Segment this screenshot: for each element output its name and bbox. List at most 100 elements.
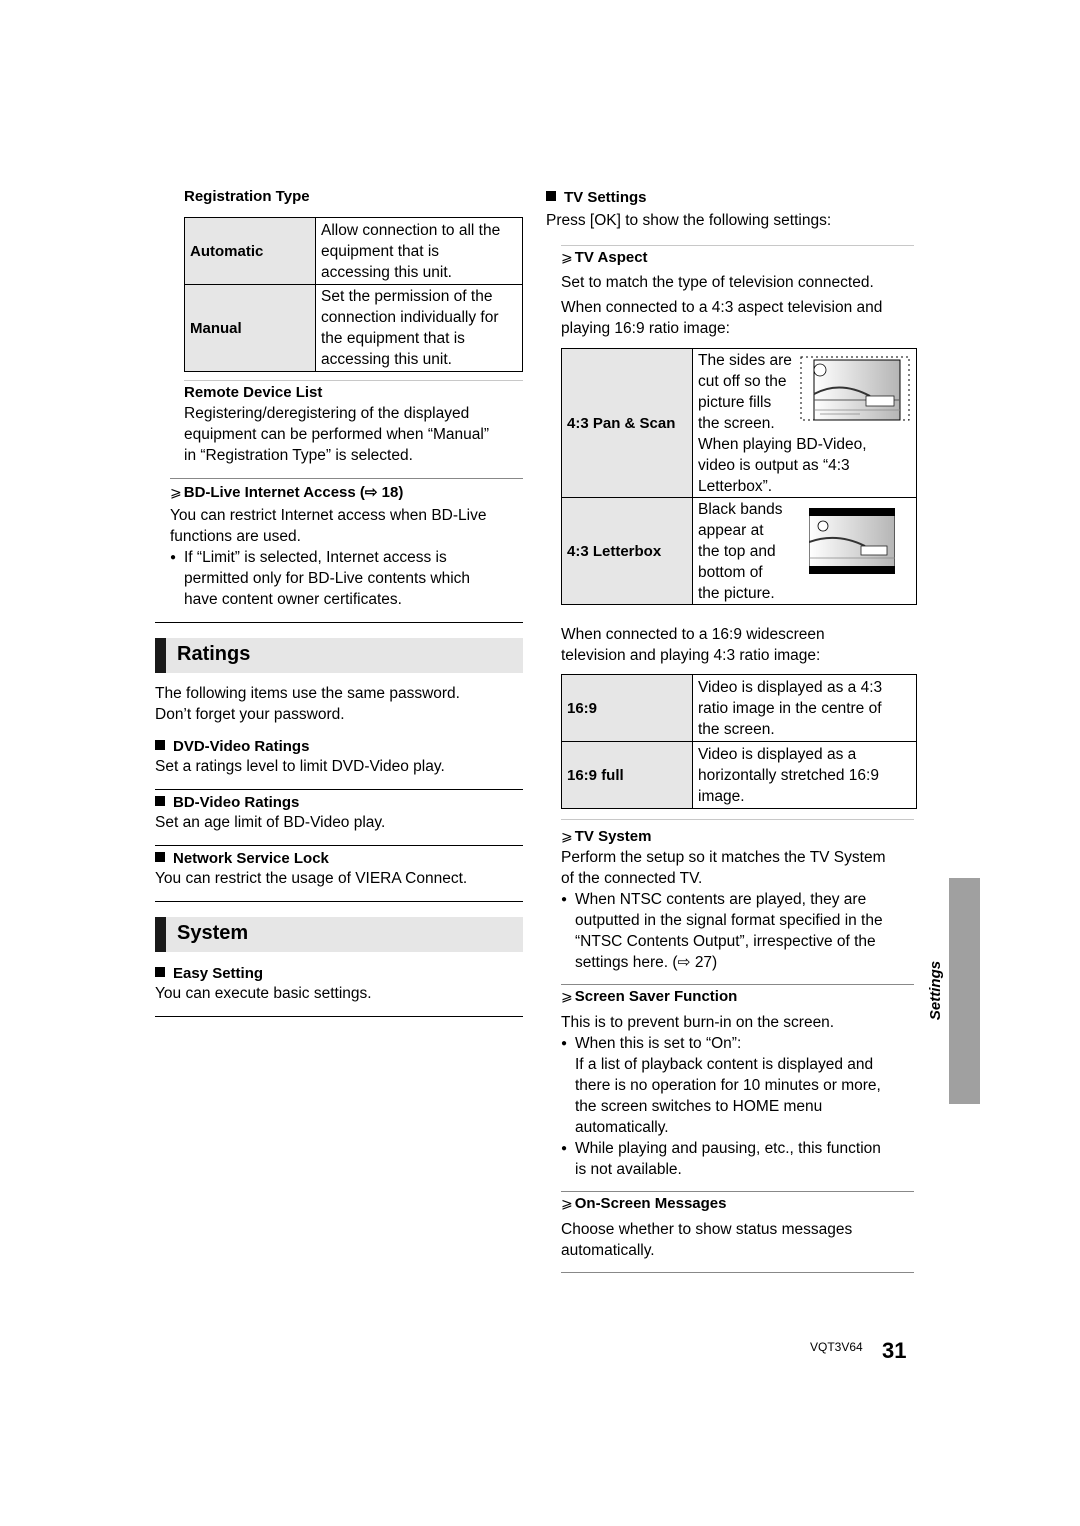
pan-scan-illustration [800, 356, 910, 421]
text-line: Perform the setup so it matches the TV S… [561, 849, 886, 866]
bd-live-heading: ⩾ BD-Live Internet Access (⇨ 18) [170, 483, 403, 501]
registration-manual-desc: Set the permission of the connection ind… [315, 284, 523, 372]
divider [155, 789, 523, 790]
desc-line: image. [698, 787, 745, 805]
desc-line: When playing BD-Video, [698, 435, 867, 453]
letterbox-desc: Black bands appear at the top and bottom… [692, 497, 917, 605]
bullet-item: ● If “Limit” is selected, Internet acces… [170, 547, 525, 610]
text-line: If “Limit” is selected, Internet access … [184, 549, 447, 566]
text-line: When NTSC contents are played, they are [575, 891, 867, 908]
ratings-section-header: Ratings [155, 638, 523, 673]
text-line: automatically. [561, 1242, 655, 1259]
bd-live-body: You can restrict Internet access when BD… [170, 505, 525, 610]
desc-line: the screen. [698, 720, 775, 738]
item-heading: DVD-Video Ratings [173, 738, 310, 755]
square-bullet-icon [155, 852, 165, 862]
divider [561, 819, 914, 820]
document-code: VQT3V64 [810, 1340, 863, 1354]
on-screen-messages-body: Choose whether to show status messages a… [561, 1219, 852, 1261]
text-line: The following items use the same passwor… [155, 685, 460, 702]
text-line: equipment can be performed when “Manual” [184, 426, 490, 443]
section-marker [155, 638, 166, 673]
system-section-header: System [155, 917, 523, 952]
divider [155, 622, 523, 623]
text-line: While playing and pausing, etc., this fu… [575, 1140, 881, 1157]
divider [561, 984, 914, 985]
desc-line: the picture. [698, 584, 775, 602]
text-line: the screen switches to HOME menu [575, 1098, 823, 1115]
remote-device-list-text: Registering/deregistering of the display… [184, 403, 489, 466]
tv-system-heading: ⩾ TV System [561, 828, 651, 845]
dvd-video-ratings-item: DVD-Video Ratings Set a ratings level to… [155, 737, 445, 777]
divider [184, 380, 523, 381]
text-line: When connected to a 16:9 widescreen [561, 626, 825, 643]
desc-line: Allow connection to all the [321, 221, 501, 239]
ratings-intro: The following items use the same passwor… [155, 683, 460, 725]
text-line: settings here. (⇨ 27) [575, 954, 718, 971]
text-line: television and playing 4:3 ratio image: [561, 647, 821, 664]
text-line: If a list of playback content is display… [575, 1056, 874, 1073]
letterbox-key: 4:3 Letterbox [561, 497, 693, 605]
aspect-169-key: 16:9 [561, 674, 693, 742]
item-text: You can execute basic settings. [155, 985, 372, 1002]
text-line: This is to prevent burn-in on the screen… [561, 1014, 835, 1031]
desc-line: equipment that is [321, 242, 440, 260]
section-marker [155, 917, 166, 952]
registration-automatic-key: Automatic [184, 217, 316, 285]
desc-line: connection individually for [321, 309, 499, 326]
tv-aspect-heading-text: TV Aspect [574, 249, 648, 266]
screen-saver-heading-text: Screen Saver Function [574, 988, 738, 1005]
text-line: functions are used. [170, 528, 301, 545]
section-side-label: Settings [918, 958, 958, 1028]
bullet-icon: ● [561, 1143, 568, 1154]
remote-device-list-heading: Remote Device List [184, 384, 323, 401]
aspect-169-full-desc: Video is displayed as a horizontally str… [692, 741, 917, 809]
on-screen-messages-heading: ⩾ On-Screen Messages [561, 1195, 726, 1212]
chevron-right-icon: ⩾ [561, 1195, 573, 1211]
bullet-icon: ● [170, 552, 177, 563]
text-line: When this is set to “On”: [575, 1035, 742, 1052]
text-line: Set to match the type of television conn… [561, 274, 874, 291]
desc-line: ratio image in the centre of [698, 699, 882, 717]
bullet-item: ● When this is set to “On”: If a list of… [561, 1033, 921, 1138]
pan-scan-key: 4:3 Pan & Scan [561, 348, 693, 498]
pan-scan-desc: The sides are cut off so the picture fil… [692, 348, 917, 498]
text-line: Registering/deregistering of the display… [184, 405, 470, 422]
table-row: 16:9 full Video is displayed as a horizo… [561, 741, 917, 809]
tv-settings-item: TV Settings Press [OK] to show the follo… [546, 188, 831, 231]
page-number: 31 [882, 1338, 907, 1363]
item-heading: TV Settings [564, 189, 647, 206]
desc-line: horizontally stretched 16:9 [698, 766, 879, 784]
desc-line: Letterbox”. [698, 477, 773, 495]
chevron-right-icon: ⩾ [561, 988, 573, 1004]
registration-type-table: Automatic Allow connection to all the eq… [184, 217, 523, 372]
screen-saver-body: This is to prevent burn-in on the screen… [561, 1012, 921, 1180]
text-line: Don’t forget your password. [155, 706, 345, 723]
desc-line: video is output as “4:3 [698, 456, 850, 474]
desc-line: accessing this unit. [321, 263, 452, 281]
text-line: there is no operation for 10 minutes or … [575, 1077, 881, 1094]
bd-live-heading-text: BD-Live Internet Access (⇨ 18) [183, 484, 404, 501]
item-text: Set a ratings level to limit DVD-Video p… [155, 758, 445, 775]
easy-setting-item: Easy Setting You can execute basic setti… [155, 964, 372, 1004]
text-line: outputted in the signal format specified… [575, 912, 883, 929]
tv-aspect-heading: ⩾ TV Aspect [561, 249, 648, 266]
square-bullet-icon [155, 796, 165, 806]
registration-type-heading: Registration Type [184, 188, 310, 205]
text-line: automatically. [575, 1119, 669, 1136]
item-heading: BD-Video Ratings [173, 794, 300, 811]
divider [155, 1016, 523, 1017]
table-row: 4:3 Pan & Scan The sides are cut off so … [561, 348, 917, 498]
item-text: Press [OK] to show the following setting… [546, 212, 832, 229]
square-bullet-icon [546, 191, 556, 201]
bd-video-ratings-item: BD-Video Ratings Set an age limit of BD-… [155, 793, 385, 833]
item-heading: Network Service Lock [173, 850, 329, 867]
item-heading: Easy Setting [173, 965, 264, 982]
item-text: Set an age limit of BD-Video play. [155, 814, 386, 831]
ratings-title: Ratings [177, 643, 251, 665]
divider [561, 245, 914, 246]
desc-line: Video is displayed as a [698, 745, 857, 763]
text-line: have content owner certificates. [184, 591, 402, 608]
text-line: You can restrict Internet access when BD… [170, 507, 487, 524]
text-line: playing 16:9 ratio image: [561, 320, 730, 337]
